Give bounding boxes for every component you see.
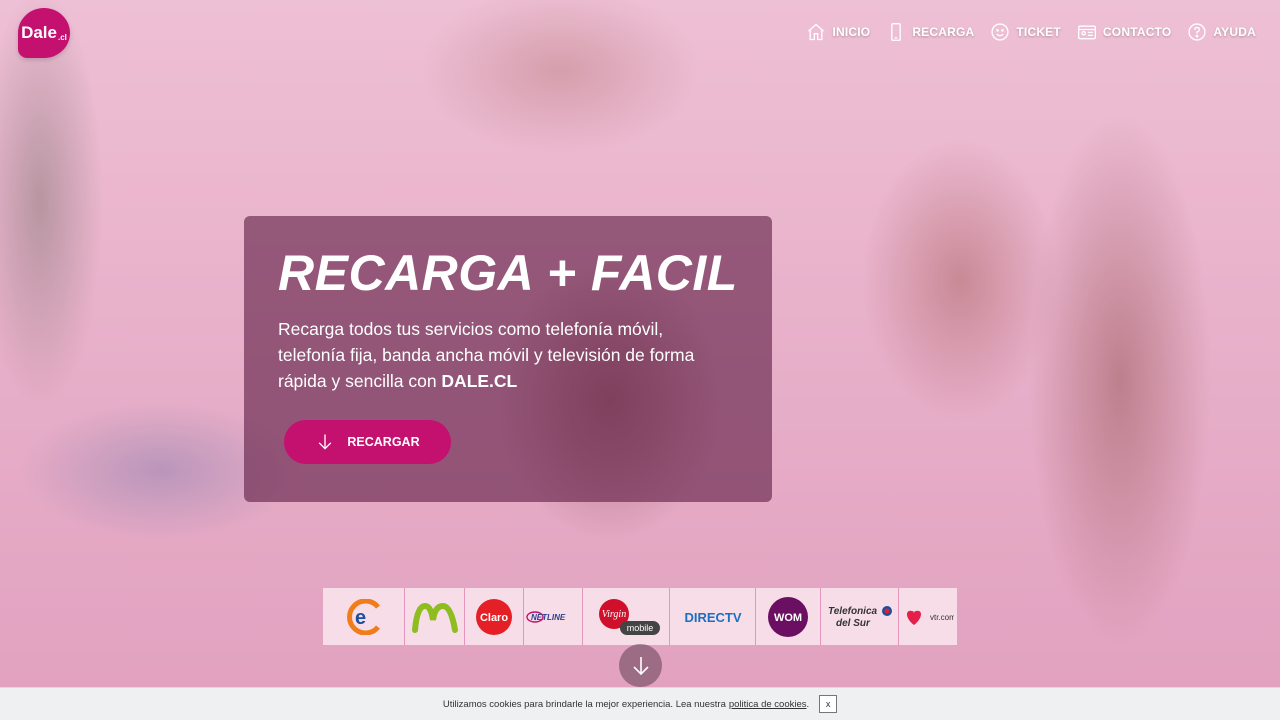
svg-text:del Sur: del Sur — [836, 618, 871, 629]
contact-card-icon — [1077, 25, 1096, 40]
nav-label: AYUDA — [1213, 25, 1256, 39]
wom-logo-icon: WOM — [768, 596, 808, 637]
operator-wom[interactable]: WOM — [756, 588, 821, 645]
nav-item-contacto[interactable]: CONTACTO — [1077, 22, 1172, 42]
cookie-close-button[interactable]: x — [819, 695, 838, 713]
operator-directv[interactable]: DIRECTV — [670, 588, 756, 645]
home-icon — [808, 23, 825, 41]
cookie-policy-link[interactable]: politica de cookies — [729, 699, 807, 710]
operator-logos: e Claro NETLINE Virgin mobile DIRECTV WO… — [323, 588, 957, 645]
operator-entel[interactable]: e — [323, 588, 405, 645]
movistar-logo-icon — [411, 602, 458, 633]
directv-logo-icon: DIRECTV — [684, 610, 741, 625]
operator-virgin-mobile[interactable]: Virgin mobile — [583, 588, 670, 645]
nav-item-inicio[interactable]: INICIO — [806, 22, 870, 42]
entel-logo-icon: e — [346, 598, 380, 635]
cookie-banner: Utilizamos cookies para brindarle la mej… — [0, 687, 1280, 720]
help-icon — [1188, 23, 1207, 41]
scroll-down-button[interactable] — [619, 644, 662, 687]
nav-label: INICIO — [832, 25, 871, 39]
nav-item-recarga[interactable]: RECARGA — [886, 22, 974, 42]
vtr-logo-icon: vtr.com — [907, 610, 954, 625]
nav-item-ayuda[interactable]: AYUDA — [1187, 22, 1256, 42]
claro-label: Claro — [480, 612, 508, 624]
netline-logo-icon: NETLINE — [526, 610, 566, 623]
hero-title: RECARGA + FACIL — [278, 245, 738, 301]
hero-description-brand: DALE.CL — [441, 371, 518, 391]
hero-description: Recarga todos tus servicios como telefon… — [278, 316, 728, 394]
virgin-mobile-logo-icon: Virgin mobile — [599, 598, 660, 635]
logo-text: Dale — [21, 23, 57, 42]
svg-text:mobile: mobile — [627, 623, 654, 633]
svg-text:Telefonica: Telefonica — [828, 606, 878, 617]
main-nav: INICIO RECARGA TICKET CONTACTO AYUDA — [806, 22, 1256, 42]
operator-claro[interactable]: Claro — [465, 588, 524, 645]
operator-telefonica-del-sur[interactable]: Telefonica del Sur — [821, 588, 899, 645]
claro-logo-icon: Claro — [476, 598, 512, 635]
nav-label: RECARGA — [912, 25, 975, 39]
nav-item-ticket[interactable]: TICKET — [990, 22, 1061, 42]
arrow-down-icon — [319, 434, 332, 450]
dale-logo[interactable]: Dale .cl — [18, 8, 70, 58]
svg-text:Virgin: Virgin — [602, 609, 626, 620]
logo-suffix: .cl — [58, 32, 67, 42]
phone-icon — [891, 23, 902, 41]
vtr-label: vtr.com — [930, 613, 954, 622]
entel-letter: e — [355, 607, 366, 629]
wom-label: WOM — [774, 612, 802, 624]
netline-label: NETLINE — [531, 613, 566, 622]
recargar-label: RECARGAR — [347, 435, 420, 449]
operator-vtr[interactable]: vtr.com — [899, 588, 957, 645]
smiley-icon — [991, 23, 1009, 41]
directv-label: DIRECTV — [684, 610, 741, 625]
nav-label: TICKET — [1016, 25, 1061, 39]
nav-label: CONTACTO — [1102, 25, 1172, 39]
cookie-period: . — [806, 698, 810, 710]
cookie-text: Utilizamos cookies para brindarle la mej… — [442, 698, 726, 710]
arrow-down-icon — [632, 656, 649, 675]
hero-card: RECARGA + FACIL Recarga todos tus servic… — [244, 216, 772, 502]
operator-netline[interactable]: NETLINE — [524, 588, 583, 645]
operator-movistar[interactable] — [405, 588, 465, 645]
telefonica-del-sur-logo-icon: Telefonica del Sur — [828, 605, 892, 629]
recargar-button[interactable]: RECARGAR — [284, 420, 451, 464]
